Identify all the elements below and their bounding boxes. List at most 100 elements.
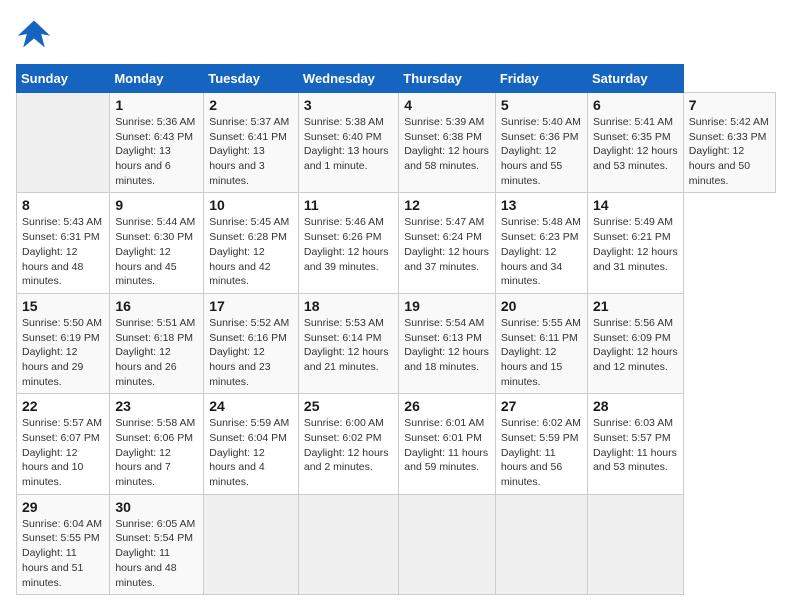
day-info: Sunrise: 5:40 AM Sunset: 6:36 PM Dayligh… [501,115,582,188]
day-info: Sunrise: 5:50 AM Sunset: 6:19 PM Dayligh… [22,316,104,389]
logo [16,16,58,52]
weekday-header: Tuesday [204,65,299,93]
day-info: Sunrise: 5:49 AM Sunset: 6:21 PM Dayligh… [593,215,678,274]
day-number: 8 [22,197,104,213]
day-info: Sunrise: 5:56 AM Sunset: 6:09 PM Dayligh… [593,316,678,375]
calendar-day-cell: 29 Sunrise: 6:04 AM Sunset: 5:55 PM Dayl… [17,494,110,594]
calendar-day-cell [399,494,496,594]
day-info: Sunrise: 5:53 AM Sunset: 6:14 PM Dayligh… [304,316,393,375]
calendar-day-cell: 7 Sunrise: 5:42 AM Sunset: 6:33 PM Dayli… [683,93,775,193]
day-info: Sunrise: 5:48 AM Sunset: 6:23 PM Dayligh… [501,215,582,288]
logo-bird-icon [16,16,52,52]
day-number: 11 [304,197,393,213]
calendar-day-cell: 25 Sunrise: 6:00 AM Sunset: 6:02 PM Dayl… [298,394,398,494]
calendar-day-cell: 24 Sunrise: 5:59 AM Sunset: 6:04 PM Dayl… [204,394,299,494]
calendar-day-cell: 3 Sunrise: 5:38 AM Sunset: 6:40 PM Dayli… [298,93,398,193]
calendar-day-cell: 8 Sunrise: 5:43 AM Sunset: 6:31 PM Dayli… [17,193,110,293]
day-info: Sunrise: 6:02 AM Sunset: 5:59 PM Dayligh… [501,416,582,489]
calendar-week-row: 1 Sunrise: 5:36 AM Sunset: 6:43 PM Dayli… [17,93,776,193]
day-number: 14 [593,197,678,213]
calendar-day-cell: 23 Sunrise: 5:58 AM Sunset: 6:06 PM Dayl… [110,394,204,494]
calendar-day-cell: 21 Sunrise: 5:56 AM Sunset: 6:09 PM Dayl… [588,293,684,393]
calendar-day-cell [588,494,684,594]
day-info: Sunrise: 5:58 AM Sunset: 6:06 PM Dayligh… [115,416,198,489]
calendar-day-cell: 30 Sunrise: 6:05 AM Sunset: 5:54 PM Dayl… [110,494,204,594]
day-info: Sunrise: 6:05 AM Sunset: 5:54 PM Dayligh… [115,517,198,590]
calendar-week-row: 8 Sunrise: 5:43 AM Sunset: 6:31 PM Dayli… [17,193,776,293]
day-info: Sunrise: 5:43 AM Sunset: 6:31 PM Dayligh… [22,215,104,288]
day-info: Sunrise: 5:55 AM Sunset: 6:11 PM Dayligh… [501,316,582,389]
day-number: 23 [115,398,198,414]
calendar-day-cell [298,494,398,594]
day-number: 24 [209,398,293,414]
day-info: Sunrise: 6:01 AM Sunset: 6:01 PM Dayligh… [404,416,490,475]
calendar-day-cell: 20 Sunrise: 5:55 AM Sunset: 6:11 PM Dayl… [495,293,587,393]
calendar-day-cell: 22 Sunrise: 5:57 AM Sunset: 6:07 PM Dayl… [17,394,110,494]
day-number: 6 [593,97,678,113]
day-number: 30 [115,499,198,515]
day-info: Sunrise: 6:04 AM Sunset: 5:55 PM Dayligh… [22,517,104,590]
day-info: Sunrise: 5:41 AM Sunset: 6:35 PM Dayligh… [593,115,678,174]
day-number: 15 [22,298,104,314]
day-info: Sunrise: 6:00 AM Sunset: 6:02 PM Dayligh… [304,416,393,475]
day-info: Sunrise: 5:47 AM Sunset: 6:24 PM Dayligh… [404,215,490,274]
calendar-day-cell: 27 Sunrise: 6:02 AM Sunset: 5:59 PM Dayl… [495,394,587,494]
calendar-day-cell: 2 Sunrise: 5:37 AM Sunset: 6:41 PM Dayli… [204,93,299,193]
day-info: Sunrise: 5:45 AM Sunset: 6:28 PM Dayligh… [209,215,293,288]
day-info: Sunrise: 5:46 AM Sunset: 6:26 PM Dayligh… [304,215,393,274]
calendar-day-cell: 15 Sunrise: 5:50 AM Sunset: 6:19 PM Dayl… [17,293,110,393]
page-header [16,16,776,52]
calendar-day-cell: 5 Sunrise: 5:40 AM Sunset: 6:36 PM Dayli… [495,93,587,193]
weekday-header: Thursday [399,65,496,93]
calendar-table: SundayMondayTuesdayWednesdayThursdayFrid… [16,64,776,595]
day-info: Sunrise: 5:52 AM Sunset: 6:16 PM Dayligh… [209,316,293,389]
day-info: Sunrise: 5:51 AM Sunset: 6:18 PM Dayligh… [115,316,198,389]
calendar-week-row: 29 Sunrise: 6:04 AM Sunset: 5:55 PM Dayl… [17,494,776,594]
day-number: 3 [304,97,393,113]
weekday-header: Saturday [588,65,684,93]
calendar-day-cell [204,494,299,594]
day-number: 18 [304,298,393,314]
day-number: 2 [209,97,293,113]
day-info: Sunrise: 5:54 AM Sunset: 6:13 PM Dayligh… [404,316,490,375]
day-info: Sunrise: 6:03 AM Sunset: 5:57 PM Dayligh… [593,416,678,475]
day-info: Sunrise: 5:38 AM Sunset: 6:40 PM Dayligh… [304,115,393,174]
day-number: 26 [404,398,490,414]
day-info: Sunrise: 5:57 AM Sunset: 6:07 PM Dayligh… [22,416,104,489]
day-number: 13 [501,197,582,213]
day-number: 4 [404,97,490,113]
calendar-week-row: 15 Sunrise: 5:50 AM Sunset: 6:19 PM Dayl… [17,293,776,393]
day-number: 29 [22,499,104,515]
calendar-week-row: 22 Sunrise: 5:57 AM Sunset: 6:07 PM Dayl… [17,394,776,494]
calendar-day-cell: 18 Sunrise: 5:53 AM Sunset: 6:14 PM Dayl… [298,293,398,393]
day-number: 21 [593,298,678,314]
day-number: 19 [404,298,490,314]
day-info: Sunrise: 5:59 AM Sunset: 6:04 PM Dayligh… [209,416,293,489]
day-number: 28 [593,398,678,414]
day-number: 16 [115,298,198,314]
weekday-header: Monday [110,65,204,93]
weekday-header: Friday [495,65,587,93]
day-info: Sunrise: 5:37 AM Sunset: 6:41 PM Dayligh… [209,115,293,188]
day-number: 17 [209,298,293,314]
calendar-day-cell: 14 Sunrise: 5:49 AM Sunset: 6:21 PM Dayl… [588,193,684,293]
calendar-day-cell: 1 Sunrise: 5:36 AM Sunset: 6:43 PM Dayli… [110,93,204,193]
day-number: 25 [304,398,393,414]
calendar-day-cell: 10 Sunrise: 5:45 AM Sunset: 6:28 PM Dayl… [204,193,299,293]
day-info: Sunrise: 5:42 AM Sunset: 6:33 PM Dayligh… [689,115,770,188]
calendar-day-cell: 19 Sunrise: 5:54 AM Sunset: 6:13 PM Dayl… [399,293,496,393]
calendar-day-cell: 6 Sunrise: 5:41 AM Sunset: 6:35 PM Dayli… [588,93,684,193]
day-number: 20 [501,298,582,314]
day-info: Sunrise: 5:36 AM Sunset: 6:43 PM Dayligh… [115,115,198,188]
calendar-day-cell: 4 Sunrise: 5:39 AM Sunset: 6:38 PM Dayli… [399,93,496,193]
calendar-day-cell: 16 Sunrise: 5:51 AM Sunset: 6:18 PM Dayl… [110,293,204,393]
calendar-day-cell [495,494,587,594]
calendar-day-cell: 17 Sunrise: 5:52 AM Sunset: 6:16 PM Dayl… [204,293,299,393]
calendar-day-cell: 26 Sunrise: 6:01 AM Sunset: 6:01 PM Dayl… [399,394,496,494]
day-number: 12 [404,197,490,213]
day-number: 5 [501,97,582,113]
calendar-day-cell: 13 Sunrise: 5:48 AM Sunset: 6:23 PM Dayl… [495,193,587,293]
day-info: Sunrise: 5:44 AM Sunset: 6:30 PM Dayligh… [115,215,198,288]
day-number: 27 [501,398,582,414]
day-number: 7 [689,97,770,113]
